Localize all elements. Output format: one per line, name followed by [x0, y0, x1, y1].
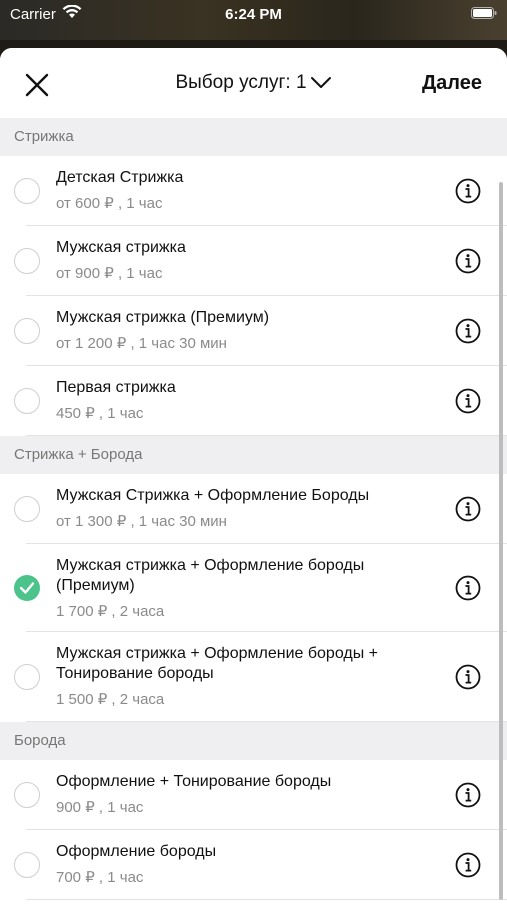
row-divider: [26, 435, 507, 436]
info-icon[interactable]: [455, 496, 481, 522]
section-header: Борода: [0, 722, 507, 760]
service-row[interactable]: Оформление + Тонирование бороды 900 ₽ , 1…: [0, 760, 507, 830]
radio-button[interactable]: [14, 496, 40, 522]
service-price-duration: 700 ₽ , 1 час: [56, 869, 144, 886]
radio-button[interactable]: [14, 664, 40, 690]
service-price-duration: от 1 300 ₽ , 1 час 30 мин: [56, 513, 227, 530]
info-icon[interactable]: [455, 318, 481, 344]
service-price-duration: 450 ₽ , 1 час: [56, 405, 144, 422]
radio-button[interactable]: [14, 852, 40, 878]
service-price-duration: 1 500 ₽ , 2 часа: [56, 691, 165, 708]
service-row[interactable]: Мужская стрижка + Оформление бороды (Пре…: [0, 544, 507, 632]
service-name: Мужская стрижка + Оформление бороды + То…: [56, 645, 378, 682]
service-row[interactable]: Оформление бороды 700 ₽ , 1 час: [0, 830, 507, 900]
service-name: Мужская стрижка (Премиум): [56, 309, 270, 326]
scrollbar[interactable]: [499, 182, 503, 900]
selected-radio[interactable]: [14, 575, 40, 601]
radio-button[interactable]: [14, 782, 40, 808]
service-row[interactable]: Первая стрижка 450 ₽ , 1 час: [0, 366, 507, 436]
status-bar: Carrier 6:24 PM: [0, 0, 507, 40]
service-price-duration: от 900 ₽ , 1 час: [56, 265, 163, 282]
info-icon[interactable]: [455, 575, 481, 601]
service-list: Стрижка Детская Стрижка от 600 ₽ , 1 час Му…: [0, 118, 507, 900]
service-price-duration: от 1 200 ₽ , 1 час 30 мин: [56, 335, 227, 352]
row-divider: [26, 721, 507, 722]
info-icon[interactable]: [455, 388, 481, 414]
page-title: Выбор услуг: 1: [175, 72, 307, 93]
section-header: Стрижка + Борода: [0, 436, 507, 474]
navigation-bar: Выбор услуг: 1 Далее: [0, 48, 507, 119]
service-row[interactable]: Мужская Стрижка + Оформление Бороды от 1 …: [0, 474, 507, 544]
info-icon[interactable]: [455, 178, 481, 204]
service-row[interactable]: Мужская стрижка от 900 ₽ , 1 час: [0, 226, 507, 296]
service-price-duration: 1 700 ₽ , 2 часа: [56, 603, 165, 620]
service-price-duration: 900 ₽ , 1 час: [56, 799, 144, 816]
service-price-duration: от 600 ₽ , 1 час: [56, 195, 163, 212]
service-name: Мужская стрижка: [56, 239, 186, 256]
battery-icon: [471, 7, 497, 19]
service-name: Оформление бороды: [56, 843, 217, 860]
service-row[interactable]: Мужская стрижка + Оформление бороды + То…: [0, 632, 507, 722]
section-header: Стрижка: [0, 118, 507, 156]
status-time: 6:24 PM: [225, 6, 282, 23]
chevron-down-icon: [310, 76, 331, 88]
info-icon[interactable]: [455, 782, 481, 808]
info-icon[interactable]: [455, 664, 481, 690]
service-row[interactable]: Детская Стрижка от 600 ₽ , 1 час: [0, 156, 507, 226]
service-name: Детская Стрижка: [56, 169, 184, 186]
checkmark-icon: [19, 582, 35, 594]
service-name: Мужская Стрижка + Оформление Бороды: [56, 487, 370, 504]
service-name: Первая стрижка: [56, 379, 176, 396]
service-selection-sheet: Выбор услуг: 1 Далее Стрижка Детская Стри…: [0, 48, 507, 908]
info-icon[interactable]: [455, 852, 481, 878]
next-button[interactable]: Далее: [422, 72, 482, 95]
service-name: Мужская стрижка + Оформление бороды (Пре…: [56, 557, 365, 594]
radio-button[interactable]: [14, 388, 40, 414]
radio-button[interactable]: [14, 248, 40, 274]
radio-button[interactable]: [14, 178, 40, 204]
service-row[interactable]: Мужская стрижка (Премиум) от 1 200 ₽ , 1 …: [0, 296, 507, 366]
radio-button[interactable]: [14, 318, 40, 344]
service-name: Оформление + Тонирование бороды: [56, 773, 332, 790]
info-icon[interactable]: [455, 248, 481, 274]
